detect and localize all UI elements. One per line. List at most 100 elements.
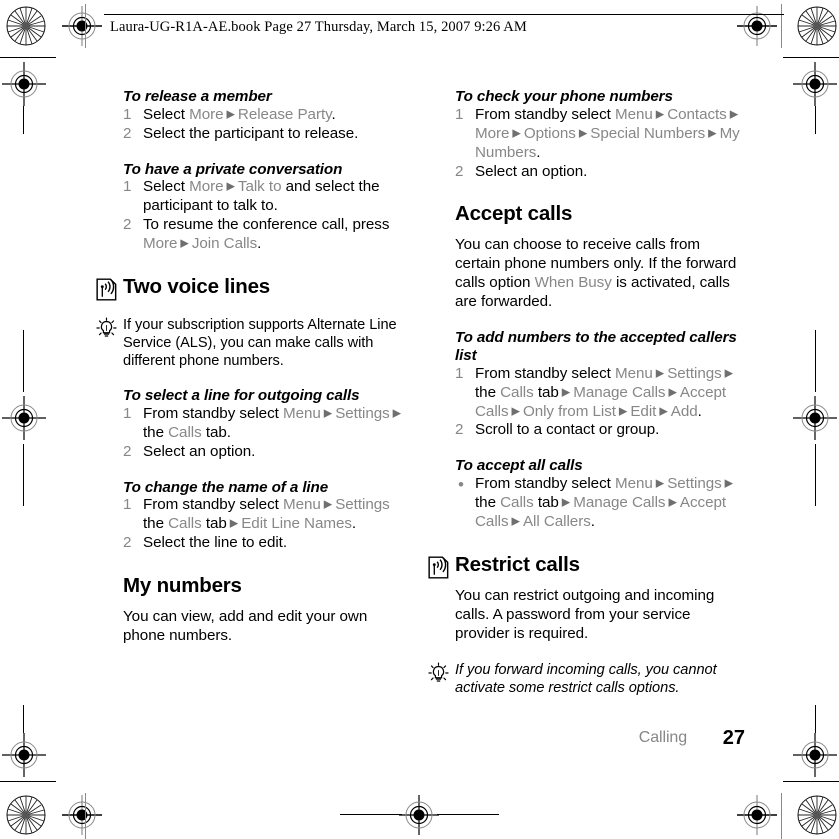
procedure-step-list: 1 From standby select Menu ▶ Settings ▶ t… — [123, 405, 413, 462]
step-text: To resume the conference call, press Mor… — [143, 216, 389, 252]
body-text-run: Select the participant to release. — [143, 124, 359, 142]
menu-arrow-icon: ▶ — [656, 405, 671, 418]
procedure-step-list: • From standby select Menu ▶ Settings ▶ t… — [455, 475, 745, 532]
menu-term: Edit — [630, 402, 657, 420]
menu-term: More — [189, 105, 224, 123]
procedure-heading: To select a line for outgoing calls — [123, 387, 360, 405]
body-text-run: From standby select — [475, 364, 615, 382]
menu-arrow-icon: ▶ — [223, 180, 238, 193]
body-text-run: the — [143, 515, 169, 533]
menu-arrow-icon: ▶ — [508, 515, 523, 528]
step-number: 1 — [123, 496, 132, 514]
procedure-step: 2 Select an option. — [455, 163, 745, 182]
menu-term: Edit Line Names — [241, 515, 352, 533]
procedure-step-list: 1 Select More ▶ Talk to and select the pa… — [123, 178, 413, 254]
menu-arrow-icon: ▶ — [721, 477, 734, 490]
procedure-heading: To add numbers to the accepted callers l… — [455, 329, 737, 364]
menu-arrow-icon: ▶ — [705, 127, 720, 140]
menu-arrow-icon: ▶ — [575, 127, 591, 140]
procedure-heading: To change the name of a line — [123, 478, 329, 496]
step-text: From standby select Menu ▶ Settings ▶ th… — [475, 475, 733, 530]
menu-term: Join Calls — [191, 235, 258, 253]
menu-term: Special Numbers — [590, 124, 706, 142]
tip-note-text: If you forward incoming calls, you canno… — [455, 661, 717, 696]
tip-note-text: If your subscription supports Alternate … — [123, 317, 397, 370]
menu-arrow-icon: ▶ — [615, 405, 631, 418]
procedure-step: 1 From standby select Menu ▶ Contacts ▶ M… — [455, 106, 745, 163]
menu-arrow-icon: ▶ — [223, 108, 238, 121]
body-text-run: . — [697, 402, 702, 420]
menu-term: Manage Calls — [573, 383, 666, 401]
procedure-heading: To have a private conversation — [123, 160, 343, 178]
section-title: My numbers — [123, 574, 242, 598]
procedure-heading: To accept all calls — [455, 457, 583, 475]
menu-term: Calls — [168, 515, 202, 533]
body-text-run: tab — [533, 383, 559, 401]
body-text-run: . — [590, 512, 595, 530]
body-text-run: From standby select — [143, 496, 283, 514]
step-text: Select the line to edit. — [143, 534, 287, 551]
menu-arrow-icon: ▶ — [177, 237, 192, 250]
procedure-step-list: 1 From standby select Menu ▶ Settings the… — [123, 496, 413, 553]
body-paragraph: You can view, add and edit your own phon… — [123, 608, 368, 645]
procedure-step-list: 1 Select More ▶ Release Party. 2 Select the… — [123, 106, 413, 144]
step-number: 1 — [455, 364, 464, 382]
step-number: 1 — [123, 178, 132, 196]
step-number: 2 — [455, 162, 464, 180]
body-text-run: Select — [143, 105, 190, 123]
body-text-run: From standby select — [475, 475, 615, 493]
menu-term: Only from List — [522, 402, 616, 420]
lightbulb-tip-icon — [96, 317, 117, 337]
procedure-heading: To release a member — [123, 88, 272, 105]
procedure-step: 1 From standby select Menu ▶ Settings ▶ t… — [455, 365, 745, 422]
menu-term: Calls — [500, 383, 534, 401]
step-text: Select More ▶ Talk to and select the par… — [143, 178, 380, 214]
menu-term: Calls — [500, 494, 534, 512]
signal-waves-icon — [428, 556, 449, 579]
procedure-step: 2 To resume the conference call, press Mo… — [123, 216, 413, 254]
lightbulb-tip-icon — [428, 662, 449, 684]
body-text-run: the — [475, 494, 501, 512]
section-title: Restrict calls — [455, 552, 580, 576]
lightbulb-tip-icon — [96, 317, 117, 339]
menu-arrow-icon: ▶ — [509, 127, 524, 140]
menu-arrow-icon: ▶ — [389, 407, 402, 420]
procedure-step: 2 Scroll to a contact or group. — [455, 421, 745, 440]
menu-term: Contacts — [667, 105, 727, 123]
menu-term: When Busy — [534, 274, 612, 292]
menu-arrow-icon: ▶ — [652, 367, 668, 380]
page-footer: Calling 27 — [455, 727, 745, 753]
signal-waves-icon — [96, 278, 117, 301]
body-text-run: From standby select — [475, 105, 615, 123]
body-text-run: Select the line to edit. — [143, 534, 288, 552]
menu-term: Menu — [614, 475, 653, 493]
body-text-run: . — [331, 105, 336, 123]
menu-arrow-icon: ▶ — [726, 108, 739, 121]
menu-arrow-icon: ▶ — [508, 405, 523, 418]
procedure-step: 1 From standby select Menu ▶ Settings ▶ t… — [123, 405, 413, 443]
menu-arrow-icon: ▶ — [226, 517, 242, 530]
section-heading-row: Accept calls — [455, 203, 745, 226]
menu-arrow-icon: ▶ — [652, 108, 668, 121]
menu-arrow-icon: ▶ — [558, 386, 574, 399]
menu-term: Release Party — [237, 105, 332, 123]
step-text: Select an option. — [143, 443, 255, 460]
procedure-step-list: 1 From standby select Menu ▶ Settings ▶ t… — [455, 365, 745, 441]
menu-term: Manage Calls — [573, 494, 666, 512]
tip-note: If your subscription supports Alternate … — [96, 316, 413, 370]
step-number: 2 — [455, 421, 464, 439]
menu-term: Settings — [335, 496, 390, 514]
menu-term: More — [475, 124, 510, 142]
menu-arrow-icon: ▶ — [665, 386, 680, 399]
procedure-step: 2 Select the participant to release. — [123, 125, 413, 144]
step-text: From standby select Menu ▶ Settings ▶ th… — [475, 365, 733, 420]
body-text-run: tab — [533, 494, 559, 512]
